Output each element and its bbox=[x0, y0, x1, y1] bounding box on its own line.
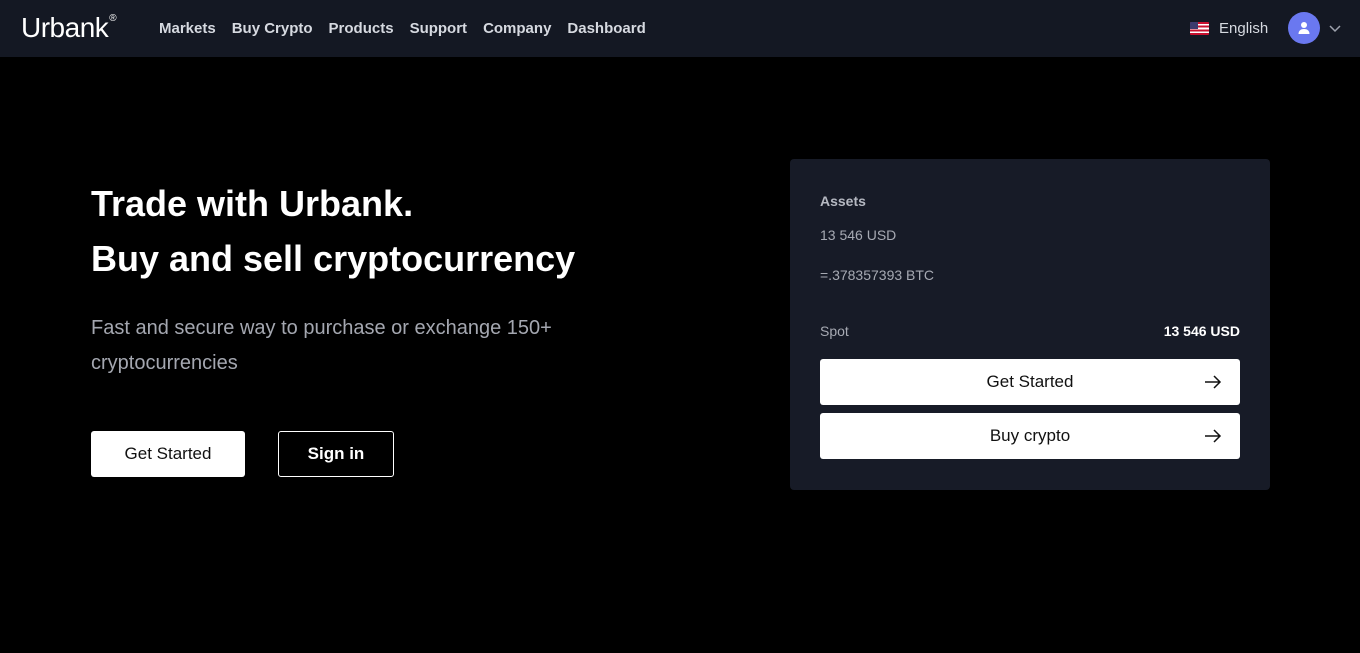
avatar[interactable] bbox=[1288, 12, 1320, 44]
language-selector[interactable]: English bbox=[1190, 0, 1268, 57]
nav-dashboard[interactable]: Dashboard bbox=[567, 20, 645, 37]
assets-btc-value: =.378357393 BTC bbox=[820, 267, 935, 283]
assets-card: Assets 13 546 USD =.378357393 BTC Spot 1… bbox=[790, 159, 1270, 490]
logo-text[interactable]: Urbank bbox=[21, 12, 109, 43]
hero-title-line1: Trade with Urbank. bbox=[91, 183, 414, 224]
us-flag-icon bbox=[1190, 22, 1209, 35]
main-nav: Markets Buy Crypto Products Support Comp… bbox=[159, 0, 646, 57]
registered-mark: ® bbox=[109, 12, 117, 24]
user-icon bbox=[1298, 22, 1310, 34]
language-label: English bbox=[1219, 20, 1269, 37]
nav-markets[interactable]: Markets bbox=[159, 20, 216, 37]
hero-title-line2: Buy and sell cryptocurrency bbox=[91, 238, 576, 279]
card-get-started-button[interactable]: Get Started bbox=[820, 359, 1240, 405]
nav-products[interactable]: Products bbox=[329, 20, 394, 37]
top-navbar: Urbank® Markets Buy Crypto Products Supp… bbox=[0, 0, 1360, 57]
chevron-down-icon[interactable] bbox=[1328, 21, 1342, 35]
assets-usd-value: 13 546 USD bbox=[820, 227, 897, 243]
spot-value: 13 546 USD bbox=[1163, 323, 1240, 339]
arrow-right-icon bbox=[1205, 429, 1222, 443]
arrow-right-icon bbox=[1205, 375, 1222, 389]
get-started-button[interactable]: Get Started bbox=[91, 431, 245, 477]
nav-buy-crypto[interactable]: Buy Crypto bbox=[232, 20, 313, 37]
spot-label: Spot bbox=[820, 323, 849, 339]
assets-label: Assets bbox=[820, 193, 866, 209]
sign-in-button[interactable]: Sign in bbox=[278, 431, 394, 477]
hero-title: Trade with Urbank. Buy and sell cryptocu… bbox=[91, 176, 575, 286]
user-menu[interactable] bbox=[1288, 12, 1342, 44]
hero-subtitle: Fast and secure way to purchase or excha… bbox=[91, 317, 552, 374]
nav-company[interactable]: Company bbox=[483, 20, 551, 37]
card-buy-crypto-label: Buy crypto bbox=[989, 426, 1071, 445]
card-get-started-label: Get Started bbox=[986, 372, 1074, 391]
card-buy-crypto-button[interactable]: Buy crypto bbox=[820, 413, 1240, 459]
urbank-logo[interactable]: Urbank® bbox=[21, 12, 117, 44]
nav-support[interactable]: Support bbox=[410, 20, 468, 37]
